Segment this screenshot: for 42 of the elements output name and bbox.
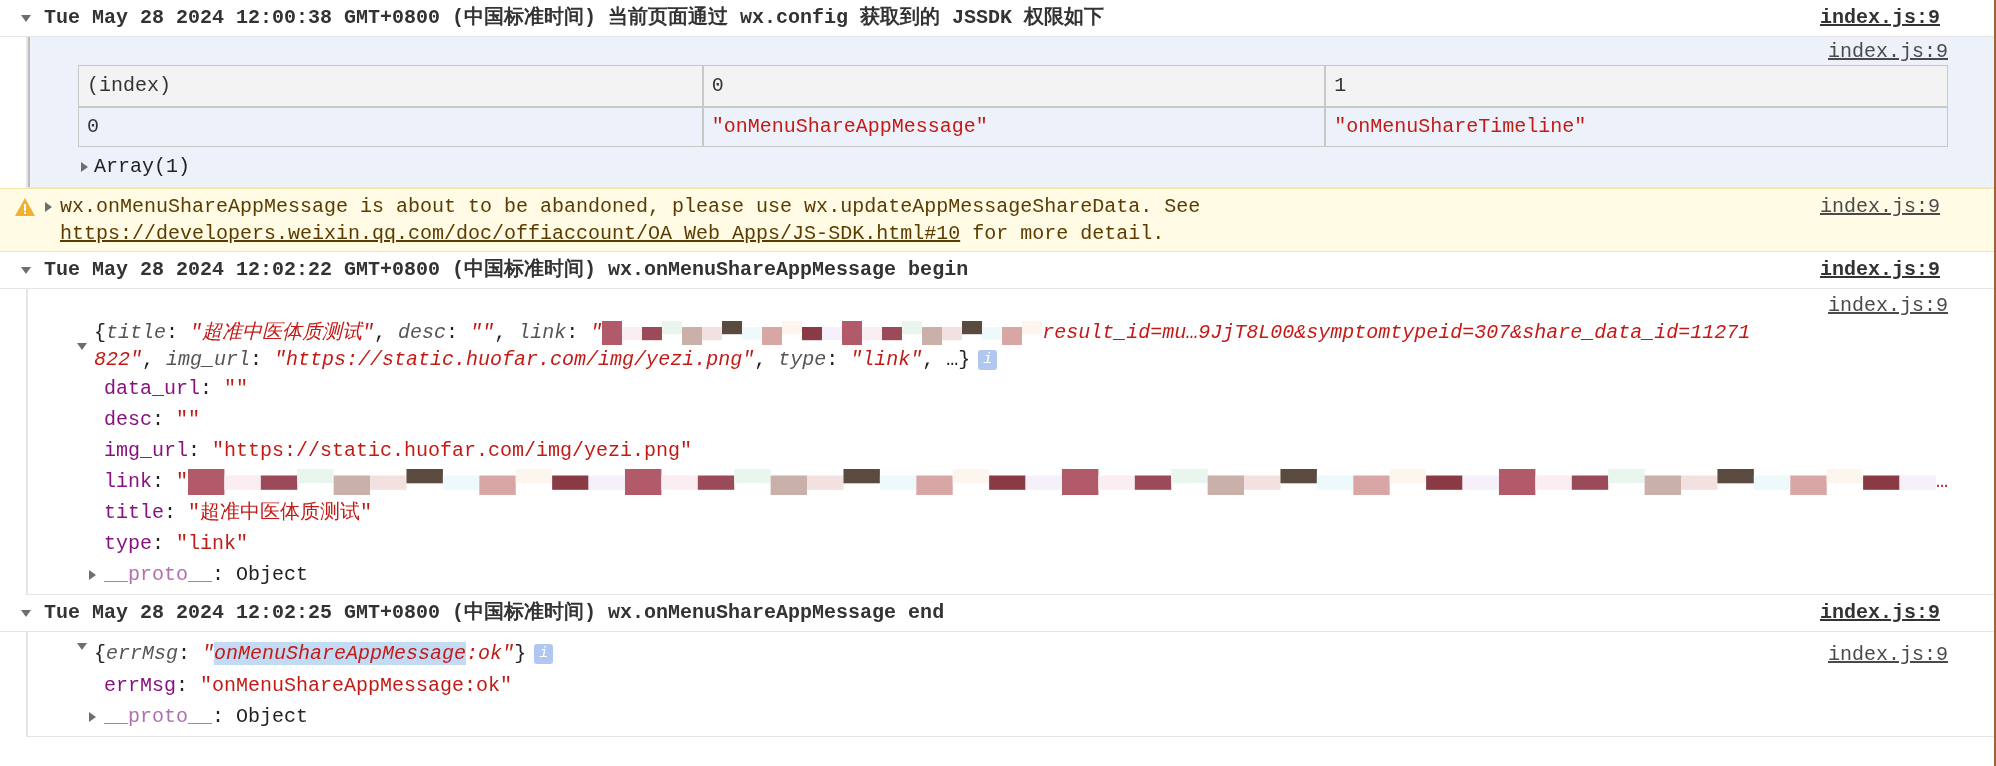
- table-header-cell: 0: [701, 66, 1325, 106]
- warning-message: wx.onMenuShareAppMessage is about to be abandoned, please use wx.updateAppMessageShareData. See https://developers.weixin.qq.com/doc/offiaccount/OA_Web_Apps/JS-SDK.html#10 for more detail.: [60, 194, 1202, 247]
- source-link[interactable]: index.js:9: [1819, 255, 1940, 285]
- property-row-text: errMsg: "onMenuShareAppMessage:ok": [104, 672, 513, 699]
- source-link[interactable]: index.js:9: [1819, 193, 1940, 220]
- group-title: Tue May 28 2024 12:02:25 GMT+0800 (中国标准时间) wx.onMenuShareAppMessage end: [44, 600, 946, 626]
- property-row-text: link: ": [104, 468, 189, 495]
- object-preview: {errMsg: "onMenuShareAppMessage:ok"}: [94, 641, 527, 667]
- source-link[interactable]: index.js:9: [1819, 598, 1940, 628]
- group-title: Tue May 28 2024 12:00:38 GMT+0800 (中国标准时间) 当前页面通过 wx.config 获取到的 JSSDK 权限如下: [44, 5, 1106, 31]
- documentation-link[interactable]: https://developers.weixin.qq.com/doc/offiaccount/OA_Web_Apps/JS-SDK.html#10: [60, 222, 961, 245]
- property-row-text: type: "link": [104, 530, 249, 557]
- property-row-text: img_url: "https://static.huofar.com/img/yezi.png": [104, 437, 693, 464]
- object-preview: {title: "超准中医体质测试", desc: "", link: ": [94, 320, 603, 346]
- warning-icon: [14, 197, 36, 217]
- object-preview: result_id=mu…9JjT8L00&symptomtypeid=307&share_data_id=11271: [1042, 320, 1751, 346]
- collapse-triangle-icon[interactable]: [76, 640, 88, 652]
- property-row-text: title: "超准中医体质测试": [104, 499, 373, 526]
- property-row-text: desc: "": [104, 406, 201, 433]
- table-cell: "onMenuShareTimeline": [1324, 106, 1947, 146]
- prototype-row-text: __proto__: Object: [104, 703, 309, 730]
- expand-triangle-icon[interactable]: [42, 201, 54, 213]
- expand-triangle-icon[interactable]: [86, 710, 98, 723]
- collapse-triangle-icon[interactable]: [20, 264, 32, 276]
- table-header-cell: 1: [1324, 66, 1947, 106]
- source-link[interactable]: index.js:9: [1827, 39, 1948, 65]
- property-row-text: data_url: "": [104, 375, 249, 402]
- source-link[interactable]: index.js:9: [1827, 640, 1948, 670]
- collapse-triangle-icon[interactable]: [76, 340, 88, 352]
- table-header-cell: (index): [79, 66, 702, 106]
- expand-triangle-icon[interactable]: [78, 161, 90, 173]
- source-link[interactable]: index.js:9: [1827, 293, 1948, 319]
- source-link[interactable]: index.js:9: [1819, 3, 1940, 33]
- object-preview: 822", img_url: "https://static.huofar.com/img/yezi.png", type: "link", …}: [94, 347, 971, 373]
- collapse-triangle-icon[interactable]: [20, 607, 32, 619]
- table-cell: "onMenuShareAppMessage": [701, 106, 1325, 146]
- array-summary[interactable]: Array(1): [94, 152, 190, 182]
- expand-triangle-icon[interactable]: [86, 568, 98, 581]
- collapse-triangle-icon[interactable]: [20, 12, 32, 24]
- group-title: Tue May 28 2024 12:02:22 GMT+0800 (中国标准时间) wx.onMenuShareAppMessage begin: [44, 257, 970, 283]
- property-row-text: …: [1936, 468, 1948, 495]
- prototype-row-text: __proto__: Object: [104, 561, 309, 588]
